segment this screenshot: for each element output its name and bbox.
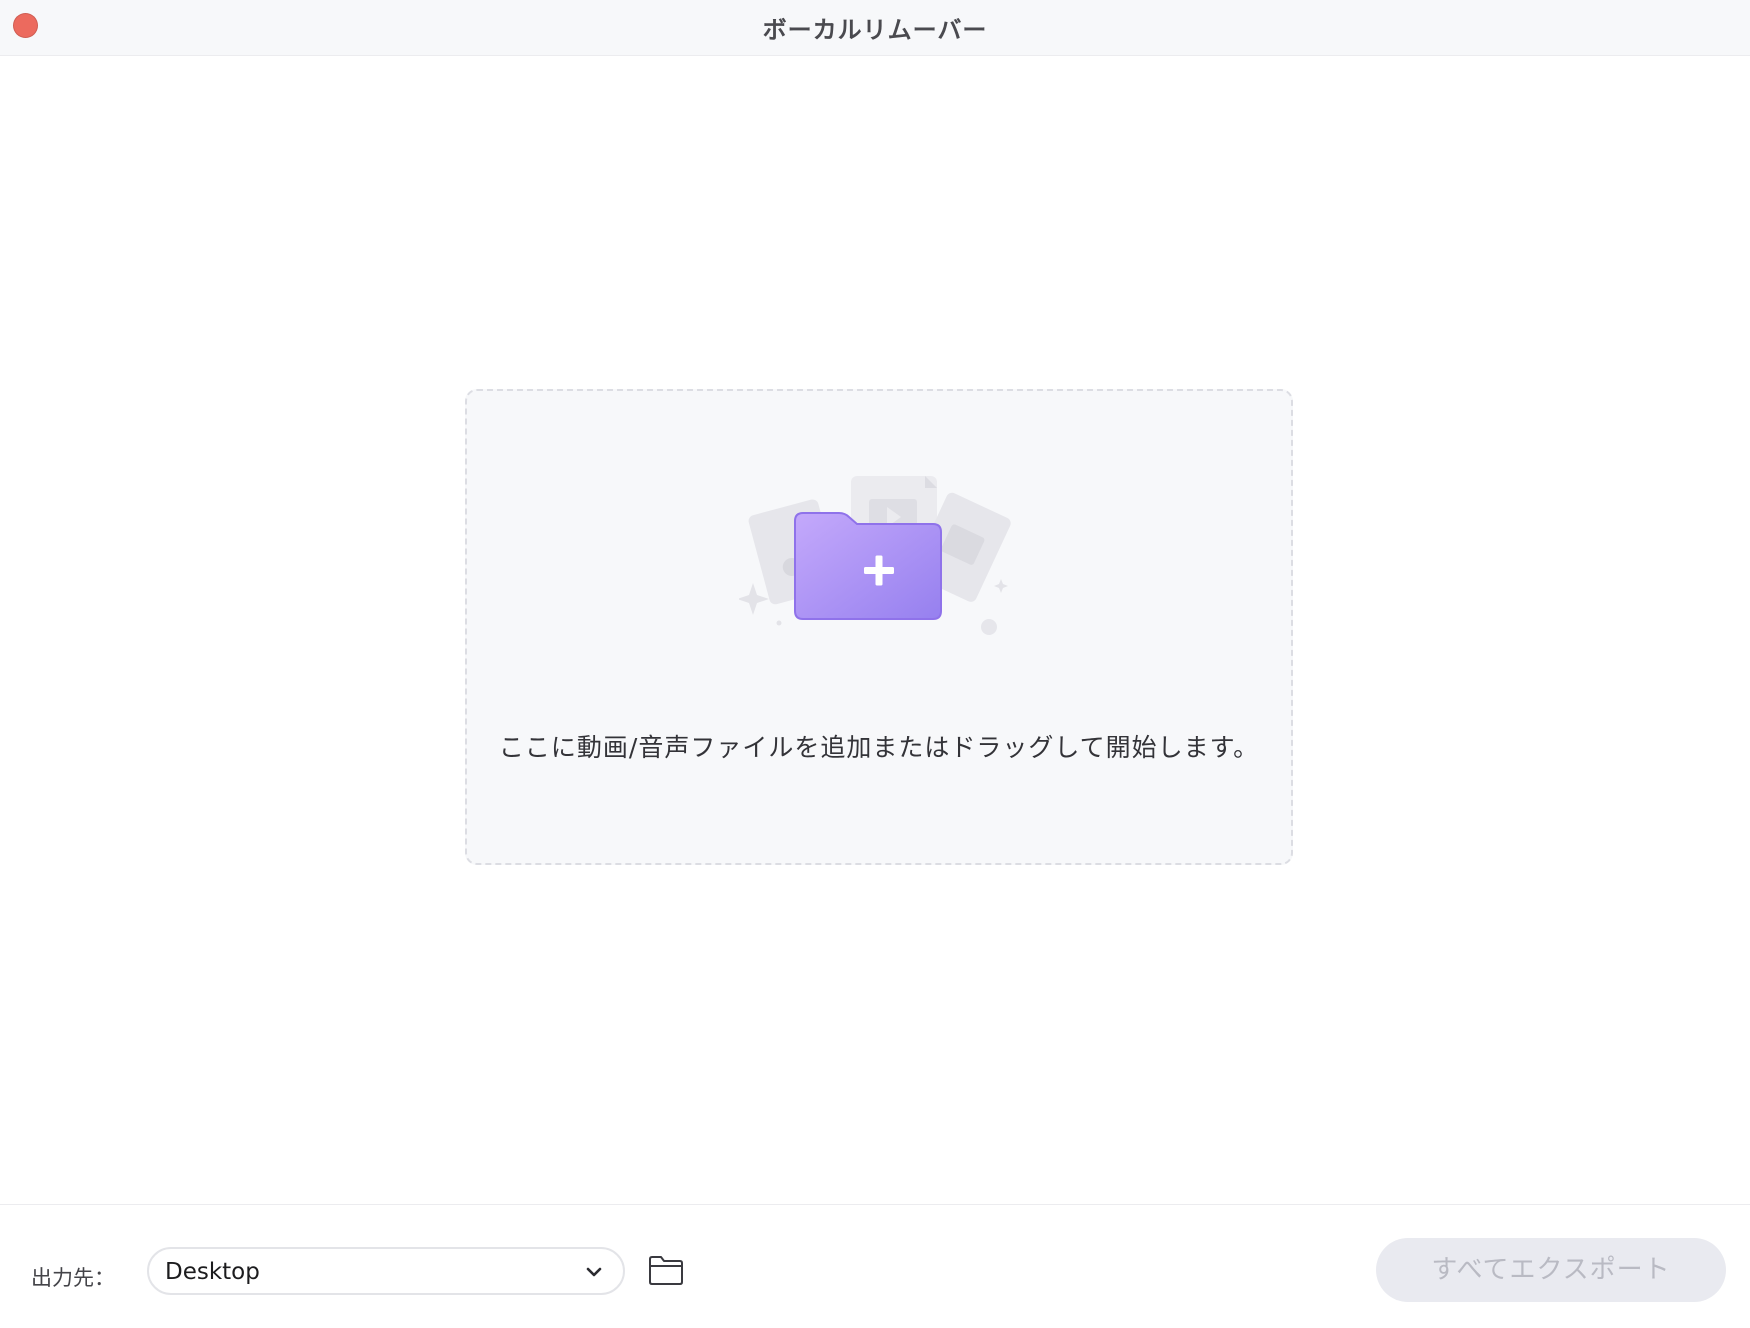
output-destination-select[interactable]: Desktop	[147, 1247, 625, 1295]
add-folder-icon	[739, 476, 1011, 635]
chevron-down-icon	[586, 1267, 602, 1277]
export-all-button[interactable]: すべてエクスポート	[1376, 1238, 1726, 1302]
title-bar: ボーカルリムーバー	[0, 0, 1750, 56]
output-label: 出力先：	[31, 1266, 115, 1290]
window-title: ボーカルリムーバー	[762, 16, 988, 44]
open-folder-icon[interactable]	[648, 1254, 684, 1286]
footer-bar: 出力先： Desktop すべてエクスポート	[0, 1204, 1750, 1328]
destination-value: Desktop	[165, 1259, 260, 1285]
drop-instructions: ここに動画/音声ファイルを追加またはドラッグして開始します。	[498, 733, 1260, 762]
file-drop-zone[interactable]: ここに動画/音声ファイルを追加またはドラッグして開始します。	[465, 389, 1293, 865]
app-window: ボーカルリムーバー ここに動画/音声ファイルを追加またはドラッグして開始します。…	[0, 0, 1750, 1328]
